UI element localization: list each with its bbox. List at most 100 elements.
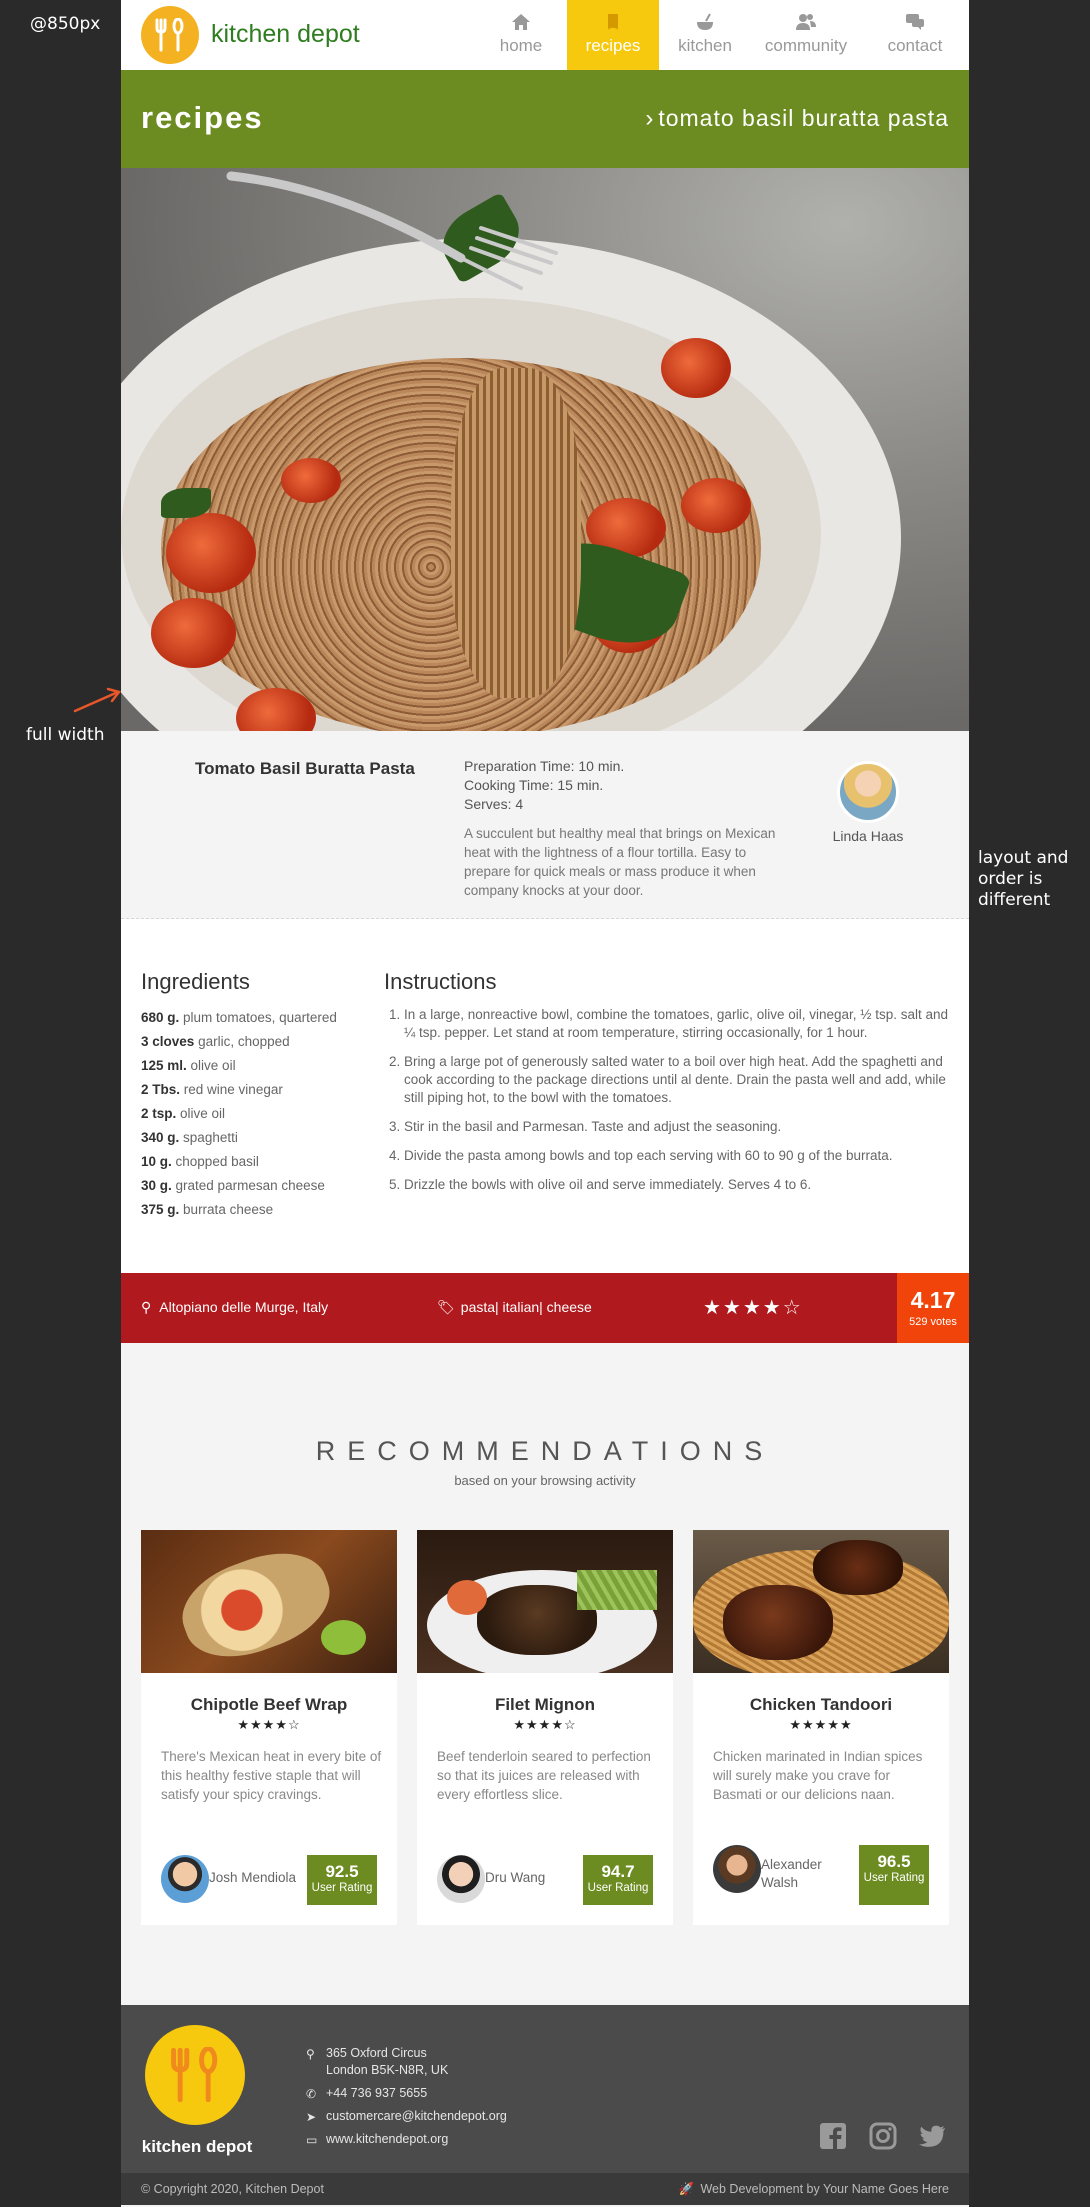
logo[interactable] (141, 6, 199, 64)
utensils-icon (171, 2047, 218, 2103)
send-icon: ➤ (306, 2110, 317, 2124)
card-user-name[interactable]: Alexander Walsh (761, 1856, 841, 1892)
star-rating[interactable]: ★★★★☆ (703, 1295, 803, 1320)
serves-value: 4 (515, 796, 524, 812)
ingredient-item: 3 cloves garlic, chopped (141, 1034, 290, 1049)
ingredient-item: 340 g. spaghetti (141, 1130, 238, 1145)
page-frame: kitchen depot home recipes kitchen commu… (121, 0, 969, 2207)
recipe-info: Tomato Basil Buratta Pasta Preparation T… (121, 731, 969, 919)
nav-recipes-label: recipes (585, 36, 641, 55)
phone-link[interactable]: +44 736 937 5655 (326, 2086, 427, 2100)
email-link[interactable]: customercare@kitchendepot.org (326, 2109, 507, 2123)
website-link[interactable]: www.kitchendepot.org (326, 2132, 448, 2146)
home-icon (512, 14, 530, 30)
nav-community[interactable]: community (751, 0, 861, 70)
book-icon (608, 14, 618, 30)
card-user-name[interactable]: Josh Mendiola (209, 1870, 296, 1885)
recipe-description: A succulent but healthy meal that brings… (464, 826, 776, 898)
bowl-icon (697, 13, 713, 30)
footer-logo[interactable] (145, 2025, 245, 2125)
rocket-icon: 🚀 (678, 2182, 695, 2196)
instruction-step: Divide the pasta among bowls and top eac… (404, 1147, 950, 1165)
nav-kitchen-label: kitchen (678, 36, 732, 55)
card-stars: ★★★★★ (789, 1717, 853, 1732)
ingredient-item: 2 Tbs. red wine vinegar (141, 1082, 283, 1097)
card-description: There's Mexican heat in every bite of th… (161, 1749, 382, 1802)
card-user-name[interactable]: Dru Wang (485, 1870, 545, 1885)
hero-image (121, 168, 969, 731)
title-bar: recipes › tomato basil buratta pasta (121, 70, 969, 168)
footer-contact: ⚲ 365 Oxford Circus London B5K-N8R, UK ✆… (306, 2045, 507, 2154)
card-image[interactable] (693, 1530, 949, 1673)
card-user-avatar[interactable] (713, 1845, 761, 1893)
card-title[interactable]: Filet Mignon (417, 1695, 673, 1715)
viewport-label: @850px (30, 14, 101, 34)
address-line-1: 365 Oxford Circus (326, 2046, 427, 2060)
map-pin-icon: ⚲ (306, 2047, 315, 2061)
card-image[interactable] (417, 1530, 673, 1673)
card-rating-value: 96.5 (877, 1852, 911, 1871)
location-text: Altopiano delle Murge, Italy (159, 1299, 329, 1315)
instagram-icon[interactable] (869, 2122, 897, 2150)
card-title[interactable]: Chipotle Beef Wrap (141, 1695, 397, 1715)
card-description: Beef tenderloin seared to perfection so … (437, 1749, 651, 1802)
recipe-stats-strip: ⚲ Altopiano delle Murge, Italy 🏷 pasta| it… (121, 1273, 969, 1343)
card-stars: ★★★★☆ (513, 1717, 577, 1732)
recipe-meta: Preparation Time: 10 min. Cooking Time: … (464, 757, 624, 814)
brand-name[interactable]: kitchen depot (211, 20, 360, 49)
section-title: recipes (141, 100, 264, 135)
recommendation-card[interactable]: Chicken Tandoori ★★★★★ Chicken marinated… (693, 1530, 949, 1925)
nav-kitchen[interactable]: kitchen (659, 0, 751, 70)
card-rating-label: User Rating (587, 1882, 649, 1894)
instructions-list: In a large, nonreactive bowl, combine th… (384, 1006, 950, 1205)
map-pin-icon: ⚲ (141, 1299, 152, 1315)
site-footer: kitchen depot ⚲ 365 Oxford Circus London… (121, 2005, 969, 2173)
card-title[interactable]: Chicken Tandoori (693, 1695, 949, 1715)
breadcrumb: › tomato basil buratta pasta (645, 105, 949, 133)
annotation-layout-order: layout and order is different (978, 848, 1069, 910)
recommendations-subtitle: based on your browsing activity (454, 1473, 636, 1488)
recipe-content: Ingredients 680 g. plum tomatoes, quarte… (121, 919, 969, 1273)
address-line-2: London B5K-N8R, UK (326, 2063, 449, 2077)
card-rating-label: User Rating (863, 1872, 925, 1884)
location: ⚲ Altopiano delle Murge, Italy (141, 1299, 328, 1316)
footer-brand: kitchen depot (141, 2137, 253, 2156)
chat-icon (906, 14, 924, 30)
breadcrumb-current: tomato basil buratta pasta (658, 105, 949, 131)
card-rating-value: 94.7 (601, 1862, 635, 1881)
chevron-right-icon: › (645, 105, 655, 132)
copyright: © Copyright 2020, Kitchen Depot (141, 2182, 324, 2196)
phone-icon: ✆ (306, 2087, 317, 2101)
laptop-icon: ▭ (306, 2133, 318, 2147)
card-user-avatar[interactable] (161, 1855, 209, 1903)
ingredient-item: 2 tsp. olive oil (141, 1106, 226, 1121)
nav-community-label: community (764, 36, 848, 55)
prep-value: 10 min. (578, 758, 625, 774)
fork-graphic (226, 171, 558, 290)
author-name[interactable]: Linda Haas (821, 828, 915, 844)
twitter-icon[interactable] (919, 2122, 947, 2150)
ingredients-title: Ingredients (141, 969, 250, 994)
recommendation-card[interactable]: Filet Mignon ★★★★☆ Beef tenderloin seare… (417, 1530, 673, 1925)
tags-text[interactable]: pasta| italian| cheese (461, 1299, 592, 1315)
credit-text[interactable]: Web Development by Your Name Goes Here (700, 2182, 949, 2196)
social-links (819, 2122, 947, 2150)
tags: 🏷 pasta| italian| cheese (437, 1299, 592, 1316)
instruction-step: In a large, nonreactive bowl, combine th… (404, 1006, 950, 1042)
instruction-step: Stir in the basil and Parmesan. Taste an… (404, 1118, 950, 1136)
card-user-avatar[interactable] (437, 1855, 485, 1903)
users-icon (796, 14, 816, 30)
recommendation-card[interactable]: Chipotle Beef Wrap ★★★★☆ There's Mexican… (141, 1530, 397, 1925)
utensils-icon (155, 18, 184, 52)
nav-home[interactable]: home (475, 0, 567, 70)
cook-label: Cooking Time: (464, 777, 554, 793)
ingredient-item: 30 g. grated parmesan cheese (141, 1178, 325, 1193)
nav-contact[interactable]: contact (861, 0, 969, 70)
annotation-full-width: full width (26, 725, 105, 745)
nav-recipes[interactable]: recipes (567, 0, 659, 70)
card-image[interactable] (141, 1530, 397, 1673)
facebook-icon[interactable] (819, 2122, 847, 2150)
author-avatar[interactable] (837, 761, 899, 823)
main-nav: home recipes kitchen community contact (475, 0, 969, 70)
ingredient-item: 375 g. burrata cheese (141, 1202, 274, 1217)
